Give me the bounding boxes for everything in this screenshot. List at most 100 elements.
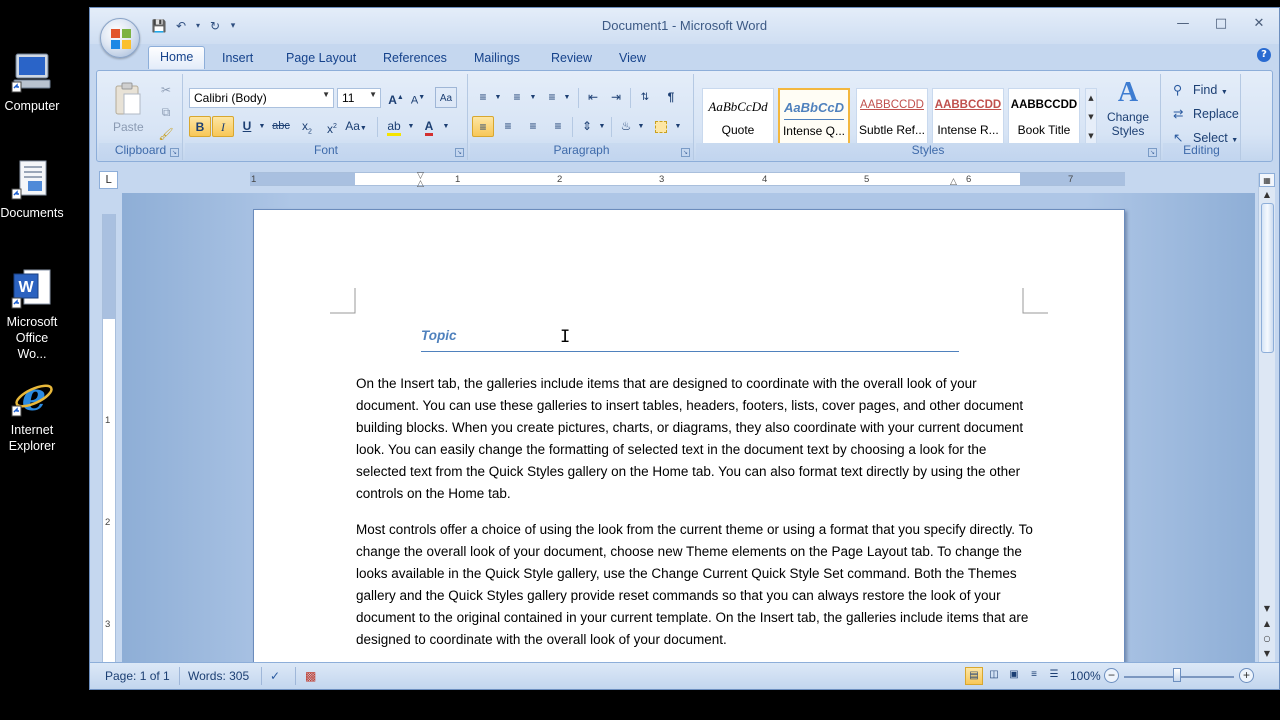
vertical-scrollbar[interactable]: ▦ ▲ ▼ ▲ ○ ▼ xyxy=(1258,173,1275,664)
show-formatting-marks-icon[interactable]: ¶ xyxy=(660,87,682,108)
word-count[interactable]: Words: 305 xyxy=(188,669,249,683)
font-size-combo[interactable]: 11 ▼ xyxy=(337,88,381,108)
desktop-icon-label-line1: Microsoft xyxy=(6,315,58,329)
maximize-button[interactable]: □ xyxy=(1211,16,1231,31)
font-launcher-icon[interactable]: ↘ xyxy=(455,148,464,157)
shrink-font-icon[interactable]: A▼ xyxy=(407,87,429,108)
paste-icon[interactable] xyxy=(113,82,143,116)
office-button[interactable] xyxy=(100,18,140,58)
replace-button[interactable]: ⇄ Replace xyxy=(1173,106,1239,121)
view-ruler-icon[interactable]: ▦ xyxy=(1259,173,1275,187)
heading-topic[interactable]: Topic xyxy=(421,328,959,352)
styles-gallery-scroll[interactable]: ▲ ▼ ▼ xyxy=(1085,88,1097,146)
align-left-icon[interactable]: ≡ xyxy=(472,116,494,137)
zoom-level[interactable]: 100% xyxy=(1070,669,1101,683)
redo-icon[interactable]: ↻ xyxy=(206,18,224,34)
style-subtle-reference[interactable]: AABBCCDD Subtle Ref... xyxy=(856,88,928,146)
find-button[interactable]: ⚲ Find ▼ xyxy=(1173,82,1228,97)
tab-review[interactable]: Review xyxy=(541,49,602,67)
change-styles-button[interactable]: A Change Styles xyxy=(1100,76,1156,146)
superscript-icon[interactable]: x2 xyxy=(321,116,343,137)
page-count[interactable]: Page: 1 of 1 xyxy=(105,669,170,683)
close-button[interactable]: ✕ xyxy=(1249,16,1269,31)
desktop-icon-documents[interactable]: Documents xyxy=(0,157,64,221)
full-screen-reading-icon[interactable]: ◫ xyxy=(985,667,1003,685)
undo-icon[interactable]: ↶ xyxy=(172,18,190,34)
replace-icon: ⇄ xyxy=(1173,107,1184,121)
editing-group-label: Editing xyxy=(1163,143,1240,160)
style-intense-quote[interactable]: AaBbCcDd Intense Q... xyxy=(778,88,850,146)
editing-group: ⚲ Find ▼ ⇄ Replace ↖ Select ▼ Editing xyxy=(1163,74,1241,160)
tab-mailings[interactable]: Mailings xyxy=(464,49,530,67)
zoom-out-button[interactable]: − xyxy=(1104,668,1119,683)
ribbon-tabs: Home Insert Page Layout References Maili… xyxy=(90,44,1279,70)
scroll-thumb[interactable] xyxy=(1261,203,1274,353)
web-layout-icon[interactable]: ▣ xyxy=(1005,667,1023,685)
gallery-up-icon[interactable]: ▲ xyxy=(1086,89,1096,108)
previous-page-icon[interactable]: ▲ xyxy=(1259,618,1275,630)
outline-icon[interactable]: ≡ xyxy=(1025,667,1043,685)
minimize-button[interactable]: — xyxy=(1173,16,1193,31)
tab-references[interactable]: References xyxy=(373,49,457,67)
chevron-down-icon[interactable]: ▼ xyxy=(630,116,652,137)
chevron-down-icon[interactable]: ▼ xyxy=(435,116,457,137)
italic-button-icon[interactable]: I xyxy=(212,116,234,137)
tab-page-layout[interactable]: Page Layout xyxy=(276,49,366,67)
font-group-label: Font xyxy=(185,143,467,160)
draft-icon[interactable]: ☰ xyxy=(1045,667,1063,685)
hanging-indent-icon[interactable]: △ xyxy=(417,179,424,189)
paragraph-launcher-icon[interactable]: ↘ xyxy=(681,148,690,157)
desktop-icon-computer[interactable]: Computer xyxy=(0,50,64,114)
copy-icon[interactable]: ⧉ xyxy=(155,102,177,123)
tab-selector-icon[interactable]: L xyxy=(99,171,118,189)
format-painter-icon[interactable]: 🖌 xyxy=(155,124,177,145)
chevron-down-icon[interactable]: ▼ xyxy=(556,87,578,108)
zoom-slider-thumb[interactable] xyxy=(1173,668,1181,682)
paragraph-2[interactable]: Most controls offer a choice of using th… xyxy=(356,519,1036,651)
increase-indent-icon[interactable]: ⇥ xyxy=(605,87,627,108)
print-layout-icon[interactable]: ▤ xyxy=(965,667,983,685)
cut-icon[interactable]: ✂ xyxy=(155,80,177,101)
chevron-down-icon[interactable]: ▼ xyxy=(667,116,689,137)
computer-icon xyxy=(10,50,54,94)
style-book-title[interactable]: AABBCCDD Book Title xyxy=(1008,88,1080,146)
desktop-icon-word[interactable]: W Microsoft Office Wo... xyxy=(0,266,64,362)
justify-icon[interactable]: ≡ xyxy=(547,116,569,137)
customize-qat-icon[interactable]: ▾ xyxy=(228,18,238,34)
font-name-combo[interactable]: Calibri (Body) ▼ xyxy=(189,88,334,108)
tab-home[interactable]: Home xyxy=(148,46,206,69)
clear-formatting-icon[interactable]: Aa xyxy=(435,87,457,108)
proofing-icon[interactable]: ✓ xyxy=(270,669,280,683)
decrease-indent-icon[interactable]: ⇤ xyxy=(582,87,604,108)
dropdown-arrow-icon[interactable]: ▾ xyxy=(194,18,202,34)
clipboard-launcher-icon[interactable]: ↘ xyxy=(170,148,179,157)
strikethrough-icon[interactable]: abc xyxy=(270,116,292,137)
style-intense-reference[interactable]: AABBCCDD Intense R... xyxy=(932,88,1004,146)
grow-font-icon[interactable]: A▲ xyxy=(385,87,407,108)
desktop-icon-internet-explorer[interactable]: e Internet Explorer xyxy=(0,374,64,454)
bold-button-icon[interactable]: B xyxy=(189,116,211,137)
style-quote[interactable]: AaBbCcDd Quote xyxy=(702,88,774,146)
help-icon[interactable]: ? xyxy=(1257,48,1271,62)
sort-icon[interactable]: ⇅ xyxy=(634,87,656,108)
gallery-down-icon[interactable]: ▼ xyxy=(1086,108,1096,127)
scroll-down-icon[interactable]: ▼ xyxy=(1259,603,1275,615)
tab-insert[interactable]: Insert xyxy=(212,49,263,67)
save-icon[interactable]: 💾 xyxy=(150,18,168,34)
select-browse-object-icon[interactable]: ○ xyxy=(1259,633,1275,645)
right-indent-icon[interactable]: △ xyxy=(950,177,957,187)
change-case-icon[interactable]: Aa▼ xyxy=(345,116,367,137)
next-page-icon[interactable]: ▼ xyxy=(1259,648,1275,660)
ruler-number: 2 xyxy=(105,517,111,528)
paragraph-1[interactable]: On the Insert tab, the galleries include… xyxy=(356,373,1036,505)
tab-view[interactable]: View xyxy=(609,49,656,67)
macro-record-icon[interactable]: ▩ xyxy=(305,669,316,683)
styles-launcher-icon[interactable]: ↘ xyxy=(1148,148,1157,157)
align-right-icon[interactable]: ≡ xyxy=(522,116,544,137)
subscript-icon[interactable]: x2 xyxy=(296,116,318,137)
align-center-icon[interactable]: ≡ xyxy=(497,116,519,137)
zoom-in-button[interactable]: + xyxy=(1239,668,1254,683)
scroll-up-icon[interactable]: ▲ xyxy=(1259,189,1275,201)
document-page[interactable]: Topic I On the Insert tab, the galleries… xyxy=(253,209,1125,679)
chevron-down-icon[interactable]: ▼ xyxy=(591,116,613,137)
